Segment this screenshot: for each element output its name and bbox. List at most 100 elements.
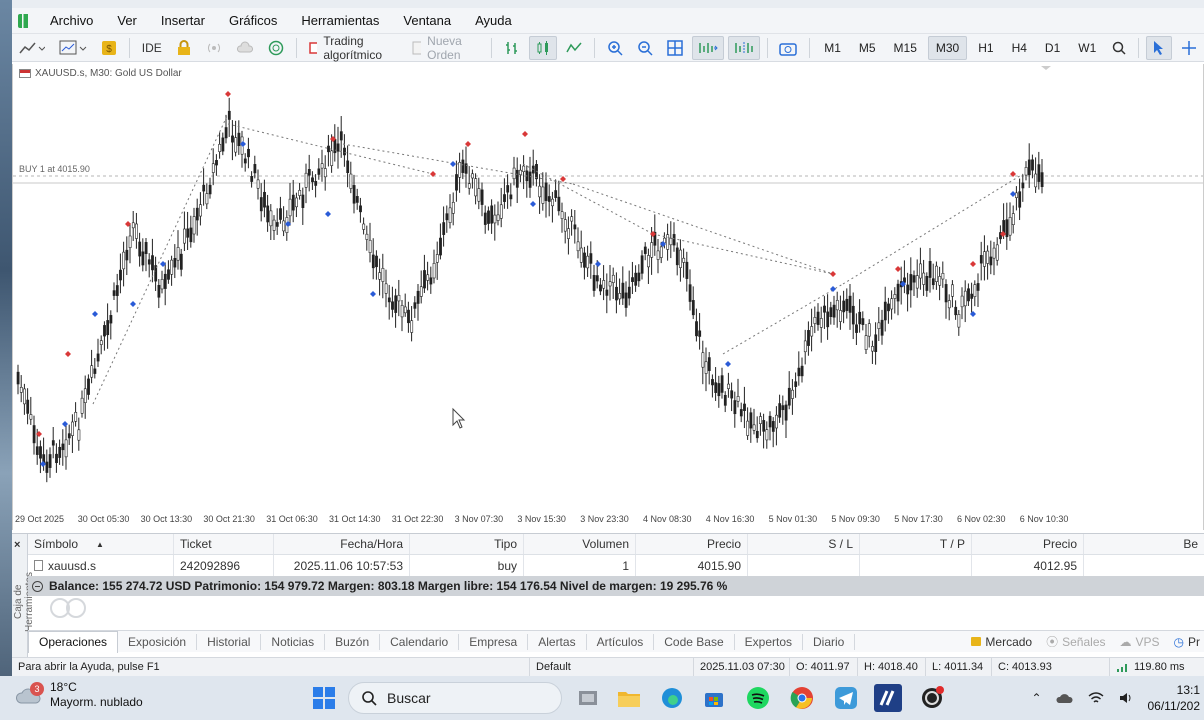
candle-body — [688, 284, 692, 302]
menu-archivo[interactable]: Archivo — [38, 13, 105, 28]
price-chart[interactable]: XAUUSD.s, M30: Gold US Dollar BUY 1 at 4… — [12, 64, 1204, 530]
signals-link[interactable]: ⦿ Señales — [1046, 633, 1105, 650]
ide-button[interactable]: IDE — [137, 36, 167, 60]
algo-trading-button[interactable]: Trading algorítmico — [304, 34, 404, 62]
timeframe-d1[interactable]: D1 — [1038, 36, 1067, 60]
buy-line-label: BUY 1 at 4015.90 — [19, 164, 90, 174]
obs-button[interactable] — [918, 684, 946, 712]
col-ticket[interactable]: Ticket — [174, 534, 274, 554]
tab-noticias[interactable]: Noticias — [261, 633, 326, 650]
search-button[interactable] — [1107, 36, 1131, 60]
timeframe-h1[interactable]: H1 — [971, 36, 1000, 60]
col-volume[interactable]: Volumen — [524, 534, 636, 554]
col-extra[interactable]: Be — [1084, 534, 1204, 554]
bar-chart-button[interactable] — [499, 36, 525, 60]
candle-body — [429, 277, 433, 285]
metatrader-button[interactable] — [874, 684, 902, 712]
chrome-button[interactable] — [788, 684, 816, 712]
status-connection[interactable]: 119.80 ms — [1110, 658, 1191, 676]
task-view-button[interactable] — [574, 684, 602, 712]
taskbar-search[interactable]: Buscar — [348, 682, 562, 714]
taskbar-clock[interactable]: 13:1 06/11/202 — [1148, 682, 1201, 714]
toolbox-side-tab[interactable]: × Caja de Herramientas — [12, 534, 35, 658]
vps-link[interactable]: ☁ VPS — [1120, 635, 1160, 649]
signals-button[interactable] — [201, 36, 227, 60]
zoom-out-button[interactable] — [632, 36, 658, 60]
date-axis-label: 6 Nov 10:30 — [1019, 514, 1069, 524]
store-button[interactable] — [700, 684, 728, 712]
autoscroll-button[interactable] — [691, 35, 724, 60]
zoom-in-button[interactable] — [602, 36, 628, 60]
cloud-icon — [236, 41, 253, 52]
timeframe-m15[interactable]: M15 — [887, 36, 924, 60]
grid-button[interactable] — [662, 36, 688, 60]
candle-body — [519, 169, 522, 175]
cursor-button[interactable] — [1146, 35, 1173, 60]
market-button[interactable] — [263, 36, 289, 60]
col-datetime[interactable]: Fecha/Hora — [274, 534, 410, 554]
speaker-icon[interactable] — [1118, 691, 1134, 705]
timeframe-m5[interactable]: M5 — [852, 36, 883, 60]
timeframe-h4[interactable]: H4 — [1005, 36, 1034, 60]
menu-ver[interactable]: Ver — [105, 13, 149, 28]
menu-insertar[interactable]: Insertar — [149, 13, 217, 28]
candles-button[interactable] — [528, 35, 557, 60]
candle-body — [435, 254, 439, 263]
collapse-icon[interactable] — [32, 580, 43, 592]
col-tp[interactable]: T / P — [860, 534, 972, 554]
edge-button[interactable] — [658, 684, 686, 712]
menu-ventana[interactable]: Ventana — [391, 13, 463, 28]
weather-widget[interactable]: 3 18°C Mayorm. nublado — [15, 680, 143, 710]
menu-herramientas[interactable]: Herramientas — [289, 13, 391, 28]
col-current-price[interactable]: Precio — [972, 534, 1084, 554]
trade-history-line — [722, 283, 844, 355]
spotify-button[interactable] — [744, 684, 772, 712]
timeframe-m30[interactable]: M30 — [927, 35, 968, 60]
col-price[interactable]: Precio — [636, 534, 748, 554]
templates-button[interactable] — [54, 36, 92, 60]
tab-expertos[interactable]: Expertos — [735, 633, 803, 650]
onedrive-cloud-icon[interactable] — [1055, 691, 1074, 705]
tab-historial[interactable]: Historial — [197, 633, 262, 650]
crosshair-button[interactable] — [1176, 36, 1202, 60]
status-profile[interactable]: Default — [530, 658, 694, 676]
menu-graficos[interactable]: Gráficos — [217, 13, 289, 28]
file-explorer-button[interactable] — [615, 684, 643, 712]
tab-articulos[interactable]: Artículos — [587, 633, 655, 650]
menu-ayuda[interactable]: Ayuda — [463, 13, 524, 28]
tab-empresa[interactable]: Empresa — [459, 633, 529, 650]
new-order-button[interactable]: Nueva Orden — [407, 34, 484, 62]
col-symbol[interactable]: Símbolo ▲ — [28, 534, 174, 554]
tab-alertas[interactable]: Alertas — [528, 633, 587, 650]
lock-button[interactable] — [171, 36, 197, 60]
col-sl[interactable]: S / L — [748, 534, 860, 554]
start-button[interactable] — [312, 686, 336, 713]
col-type[interactable]: Tipo — [410, 534, 524, 554]
candle-body — [371, 254, 375, 269]
market-label: Mercado — [985, 634, 1033, 649]
wifi-icon[interactable] — [1088, 691, 1104, 705]
sl-cell[interactable] — [748, 555, 860, 576]
market-link[interactable]: Mercado — [971, 635, 1032, 649]
chart-type-button[interactable] — [14, 36, 50, 60]
timeframe-w1[interactable]: W1 — [1071, 36, 1103, 60]
tab-code-base[interactable]: Code Base — [654, 633, 735, 650]
chevron-up-icon[interactable]: ⌃ — [1031, 691, 1041, 705]
table-row[interactable]: xauusd.s 242092896 2025.11.06 10:57:53 b… — [28, 555, 1204, 576]
chart-shift-button[interactable] — [727, 35, 760, 60]
tab-operaciones[interactable]: Operaciones — [28, 630, 119, 653]
close-icon[interactable]: × — [14, 539, 20, 551]
pr-link[interactable]: ◷ Pr — [1174, 635, 1200, 649]
tab-buzon[interactable]: Buzón — [325, 633, 381, 650]
cloud-button[interactable] — [231, 36, 259, 60]
coin-button[interactable]: $ — [96, 36, 122, 60]
tab-calendario[interactable]: Calendario — [380, 633, 460, 650]
line-button[interactable] — [561, 36, 587, 60]
telegram-button[interactable] — [832, 684, 860, 712]
tab-exposicion[interactable]: Exposición — [118, 633, 198, 650]
tp-cell[interactable] — [860, 555, 972, 576]
screenshot-button[interactable] — [774, 36, 802, 60]
timeframe-m1[interactable]: M1 — [817, 36, 848, 60]
chart-canvas[interactable] — [13, 64, 1203, 530]
tab-diario[interactable]: Diario — [803, 633, 856, 650]
